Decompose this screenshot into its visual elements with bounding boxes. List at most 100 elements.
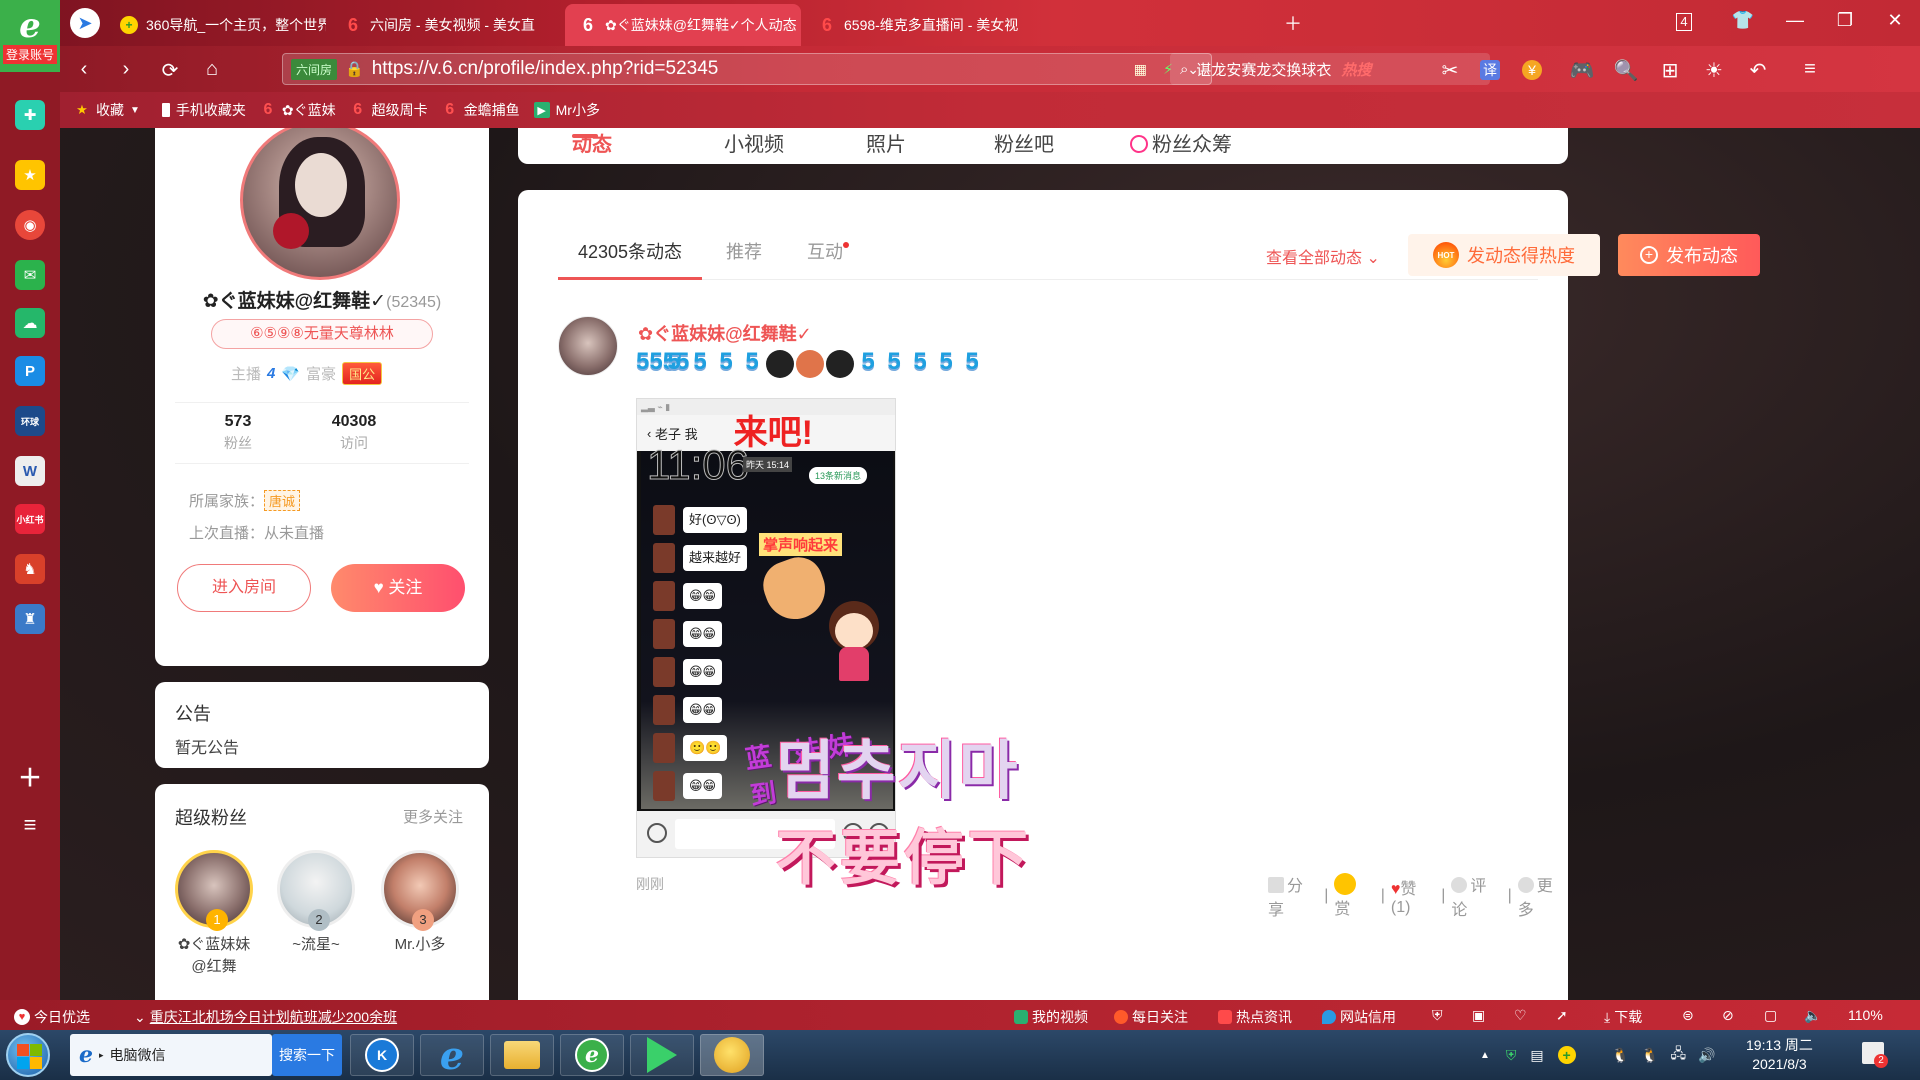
taskbar-player[interactable]	[630, 1034, 694, 1076]
list-icon[interactable]: ≡	[15, 810, 45, 840]
browser-logo[interactable]: e 登录账号	[0, 0, 60, 72]
qq-icon[interactable]: 🐧	[1641, 1047, 1658, 1064]
bookmark-lanmei[interactable]: 6 ✿ぐ蓝妹	[260, 100, 335, 120]
network-icon[interactable]: ⊜	[1682, 1007, 1694, 1024]
taskbar-search-text[interactable]: 电脑微信	[110, 1045, 166, 1065]
network-tray-icon[interactable]: 🖧	[1671, 1043, 1687, 1067]
new-tab-button[interactable]: ＋	[1278, 10, 1308, 36]
refresh-icon[interactable]: ⟳	[156, 58, 184, 83]
heat-button[interactable]: HOT 发动态得热度	[1408, 234, 1600, 276]
favorites-star-icon[interactable]: ★	[15, 160, 45, 190]
url-text[interactable]: https://v.6.cn/profile/index.php?rid=523…	[372, 58, 719, 80]
site-credit[interactable]: 网站信用	[1322, 1007, 1396, 1027]
bookmark-mobile[interactable]: 手机收藏夹	[161, 100, 246, 120]
undo-icon[interactable]: ↶	[1744, 58, 1772, 83]
keyboard-icon[interactable]: ▤	[1530, 1047, 1543, 1064]
weibo-icon[interactable]: ◉	[15, 210, 45, 240]
fan-item-2[interactable]: 2 ~流星~	[275, 850, 357, 956]
qq-icon[interactable]: 🐧	[1612, 1047, 1629, 1064]
close-window-button[interactable]: ✕	[1880, 10, 1910, 31]
restore-button[interactable]: ❐	[1830, 10, 1860, 31]
taskbar-explorer[interactable]	[490, 1034, 554, 1076]
taskbar-k-app[interactable]: K	[350, 1034, 414, 1076]
nav-tab-fanbar[interactable]: 粉丝吧	[994, 128, 1054, 157]
health-icon[interactable]: ♡	[1514, 1007, 1527, 1024]
back-icon[interactable]: ‹	[70, 58, 98, 81]
bookmark-weekcard[interactable]: 6 超级周卡	[350, 100, 427, 120]
login-label[interactable]: 登录账号	[2, 44, 57, 64]
my-videos[interactable]: 我的视频	[1014, 1007, 1088, 1027]
today-picks[interactable]: ♥ 今日优选	[14, 1007, 90, 1027]
post-author-name[interactable]: ✿ぐ蓝妹妹@红舞鞋✓	[638, 320, 812, 346]
cloud-icon[interactable]: ☁	[15, 308, 45, 338]
castle-game-icon[interactable]: ♜	[15, 604, 45, 634]
zoom-level[interactable]: 110%	[1848, 1007, 1883, 1023]
tray-expand-icon[interactable]: ▲	[1480, 1050, 1490, 1061]
nav-tab-dynamic[interactable]: 动态	[572, 128, 612, 157]
p-app-icon[interactable]: P	[15, 356, 45, 386]
search-icon[interactable]: ⌕	[1180, 61, 1188, 78]
start-button[interactable]	[6, 1033, 50, 1077]
volume-tray-icon[interactable]: 🔊	[1698, 1047, 1715, 1064]
view-all-dropdown[interactable]: 查看全部动态 ⌄	[1266, 244, 1380, 268]
shield-icon[interactable]: ⛨	[1432, 1007, 1443, 1024]
family-badge[interactable]: 唐诚	[264, 490, 301, 511]
stat-fans[interactable]: 573 粉丝	[193, 413, 283, 453]
add-icon[interactable]: ＋	[15, 760, 45, 792]
tab-dynamics-count[interactable]: 42305条动态	[558, 226, 702, 280]
nav-tab-videos[interactable]: 小视频	[724, 128, 784, 157]
reward-action[interactable]: 赏	[1334, 873, 1374, 919]
tab-360[interactable]: + 360导航_一个主页，整个世界	[106, 4, 326, 46]
share-action[interactable]: 分享	[1268, 872, 1318, 920]
mail-icon[interactable]: ✉	[15, 260, 45, 290]
taskbar-search-field[interactable]: e ▸ 电脑微信	[70, 1034, 272, 1076]
url-field[interactable]: 六间房 🔒 https://v.6.cn/profile/index.php?r…	[282, 53, 1212, 85]
minimize-button[interactable]: —	[1780, 10, 1810, 31]
notification-icon[interactable]: 2	[1862, 1042, 1888, 1068]
bookmark-mrxiaoduo[interactable]: ▶ Mr小多	[533, 100, 600, 120]
word-doc-icon[interactable]: W	[15, 456, 45, 486]
menu-icon[interactable]: ≡	[1796, 58, 1824, 81]
taskbar-ie[interactable]: e	[420, 1033, 484, 1078]
apps-grid-icon[interactable]: ⊞	[1656, 58, 1684, 83]
taskbar-game[interactable]	[700, 1034, 764, 1076]
no-image-icon[interactable]: ⊘	[1722, 1007, 1734, 1024]
coin-icon[interactable]: ¥	[1522, 60, 1542, 80]
search-text[interactable]: 谌龙安赛龙交换球衣	[1196, 59, 1331, 80]
more-follows-link[interactable]: 更多关注	[403, 806, 463, 827]
enter-room-button[interactable]: 进入房间	[177, 564, 311, 612]
game-icon[interactable]: ♞	[15, 554, 45, 584]
plus-app-icon[interactable]: ✚	[15, 100, 45, 130]
post-author-avatar[interactable]	[558, 316, 618, 376]
brightness-icon[interactable]: ☀	[1700, 58, 1728, 83]
tab-6room[interactable]: 6 六间房 - 美女视频 - 美女直	[330, 4, 560, 46]
avatar[interactable]	[240, 128, 400, 280]
scissors-icon[interactable]: ✂	[1436, 58, 1464, 83]
nav-tab-photos[interactable]: 照片	[866, 128, 906, 157]
hot-news[interactable]: 热点资讯	[1218, 1007, 1292, 1027]
follow-button[interactable]: ♥ 关注	[331, 564, 465, 612]
news-text[interactable]: 重庆江北机场今日计划航班减少200余班	[150, 1007, 397, 1027]
shield-tray-icon[interactable]: ⛨	[1506, 1047, 1517, 1064]
nav-tab-crowdfund[interactable]: 粉丝众筹	[1130, 128, 1232, 157]
like-action[interactable]: ♥赞(1)	[1391, 875, 1435, 917]
taskbar-360browser[interactable]: e	[560, 1034, 624, 1076]
daily-follow[interactable]: 每日关注	[1114, 1007, 1188, 1027]
tab-interact[interactable]: 互动	[786, 226, 870, 280]
fan-item-1[interactable]: 1 ✿ぐ蓝妹妹@红舞	[173, 850, 255, 978]
news-ticker[interactable]: ⌄ 重庆江北机场今日计划航班减少200余班	[134, 1007, 397, 1027]
fan-item-3[interactable]: 3 Mr.小多	[379, 850, 461, 956]
translate-icon[interactable]: 译	[1480, 60, 1500, 80]
taskbar-search-button[interactable]: 搜索一下	[272, 1034, 342, 1076]
navigate-icon[interactable]: ➤	[70, 8, 100, 38]
tab-6598[interactable]: 6 6598-维克多直播间 - 美女视	[804, 4, 1024, 46]
qr-icon[interactable]: ▦	[1134, 61, 1147, 78]
chevron-down-icon[interactable]: ▼	[130, 105, 140, 116]
tab-profile[interactable]: 6 ✿ぐ蓝妹妹@红舞鞋✓个人动态 ✕	[565, 4, 801, 46]
image-icon[interactable]: ▣	[1472, 1007, 1485, 1024]
download[interactable]: ⤓ 下载	[1604, 1007, 1642, 1027]
skin-icon[interactable]: 👕	[1728, 10, 1758, 31]
sports-icon[interactable]: 环球	[15, 406, 45, 436]
tab-count[interactable]: 4	[1676, 13, 1692, 31]
magnifier-icon[interactable]: 🔍	[1612, 58, 1640, 83]
